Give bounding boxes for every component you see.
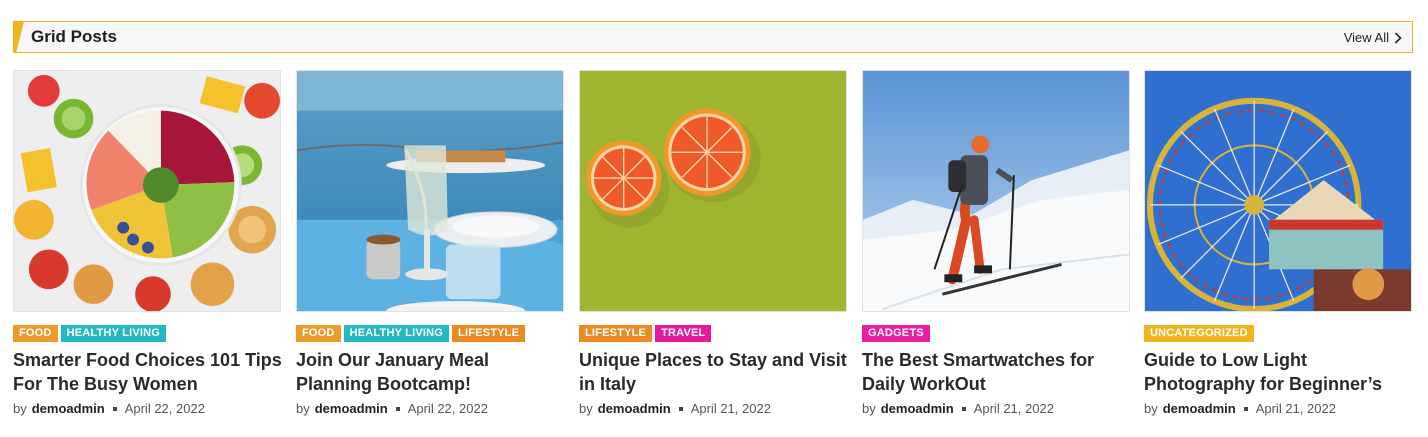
view-all-label: View All — [1343, 30, 1389, 45]
category-tag-lifestyle[interactable]: LIFESTYLE — [452, 325, 526, 342]
category-tag-travel[interactable]: TRAVEL — [655, 325, 712, 342]
meta-separator — [395, 406, 400, 411]
post-title[interactable]: Guide to Low Light Photography for Begin… — [1144, 348, 1414, 396]
posts-grid: FOOD HEALTHY LIVING Smarter Food Choices… — [13, 70, 1413, 420]
post-card: GADGETS The Best Smartwatches for Daily … — [862, 70, 1130, 420]
category-tags: FOOD HEALTHY LIVING LIFESTYLE — [296, 325, 526, 342]
header-accent-flag — [13, 21, 24, 53]
category-tags: UNCATEGORIZED — [1144, 325, 1254, 342]
author-link[interactable]: demoadmin — [598, 401, 671, 416]
author-link[interactable]: demoadmin — [881, 401, 954, 416]
author-link[interactable]: demoadmin — [32, 401, 105, 416]
by-label: by — [862, 401, 876, 416]
category-tag-gadgets[interactable]: GADGETS — [862, 325, 930, 342]
post-title[interactable]: Smarter Food Choices 101 Tips For The Bu… — [13, 348, 283, 396]
post-title[interactable]: Unique Places to Stay and Visit in Italy — [579, 348, 849, 396]
ferris-wheel-image — [1145, 71, 1411, 311]
post-thumbnail[interactable] — [1144, 70, 1412, 312]
post-card: LIFESTYLE TRAVEL Unique Places to Stay a… — [579, 70, 847, 420]
meta-separator — [961, 406, 966, 411]
author-link[interactable]: demoadmin — [1163, 401, 1236, 416]
post-meta: by demoadmin April 21, 2022 — [1144, 401, 1336, 416]
category-tags: GADGETS — [862, 325, 930, 342]
by-label: by — [13, 401, 27, 416]
ski-tour-image — [863, 71, 1129, 311]
author-link[interactable]: demoadmin — [315, 401, 388, 416]
post-meta: by demoadmin April 22, 2022 — [296, 401, 488, 416]
post-thumbnail[interactable] — [862, 70, 1130, 312]
seaside-table-image — [297, 71, 563, 311]
grapefruit-image — [580, 71, 846, 311]
category-tag-healthy-living[interactable]: HEALTHY LIVING — [343, 325, 450, 342]
post-thumbnail[interactable] — [13, 70, 281, 312]
view-all-link[interactable]: View All — [1344, 30, 1402, 45]
post-title[interactable]: Join Our January Meal Planning Bootcamp! — [296, 348, 566, 396]
post-meta: by demoadmin April 21, 2022 — [579, 401, 771, 416]
post-card: FOOD HEALTHY LIVING Smarter Food Choices… — [13, 70, 283, 420]
category-tags: LIFESTYLE TRAVEL — [579, 325, 712, 342]
section-header: Grid Posts View All — [13, 21, 1413, 53]
category-tag-food[interactable]: FOOD — [296, 325, 341, 342]
by-label: by — [1144, 401, 1158, 416]
post-date: April 21, 2022 — [690, 401, 771, 416]
post-title[interactable]: The Best Smartwatches for Daily WorkOut — [862, 348, 1132, 396]
meta-separator — [1243, 406, 1248, 411]
category-tags: FOOD HEALTHY LIVING — [13, 325, 167, 342]
category-tag-lifestyle[interactable]: LIFESTYLE — [579, 325, 653, 342]
section-title: Grid Posts — [31, 27, 117, 46]
category-tag-food[interactable]: FOOD — [13, 325, 58, 342]
post-thumbnail[interactable] — [296, 70, 564, 312]
post-date: April 21, 2022 — [1255, 401, 1336, 416]
post-date: April 21, 2022 — [973, 401, 1054, 416]
meta-separator — [112, 406, 117, 411]
post-meta: by demoadmin April 21, 2022 — [862, 401, 1054, 416]
by-label: by — [296, 401, 310, 416]
fruit-bowl-image — [14, 71, 280, 311]
post-thumbnail[interactable] — [579, 70, 847, 312]
category-tag-uncategorized[interactable]: UNCATEGORIZED — [1144, 325, 1254, 342]
post-card: UNCATEGORIZED Guide to Low Light Photogr… — [1144, 70, 1412, 420]
post-meta: by demoadmin April 22, 2022 — [13, 401, 205, 416]
post-date: April 22, 2022 — [124, 401, 205, 416]
meta-separator — [678, 406, 683, 411]
post-card: FOOD HEALTHY LIVING LIFESTYLE Join Our J… — [296, 70, 564, 420]
chevron-right-icon — [1394, 31, 1402, 44]
by-label: by — [579, 401, 593, 416]
category-tag-healthy-living[interactable]: HEALTHY LIVING — [60, 325, 167, 342]
post-date: April 22, 2022 — [407, 401, 488, 416]
